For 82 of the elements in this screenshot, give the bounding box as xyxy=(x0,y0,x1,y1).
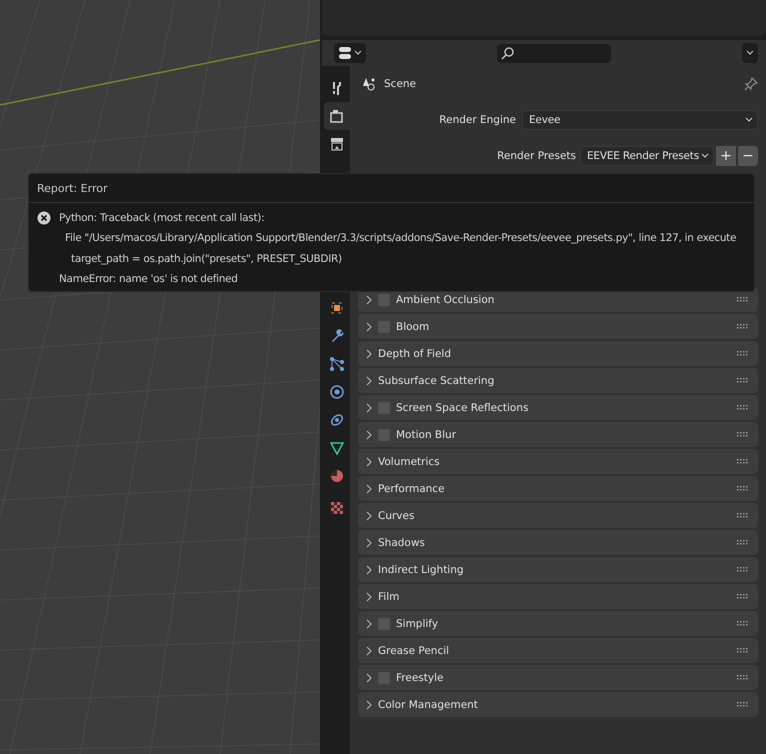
drag-handle-icon[interactable] xyxy=(737,675,748,680)
error-icon xyxy=(37,211,51,225)
drag-handle-icon[interactable] xyxy=(737,405,748,410)
chevron-right-icon xyxy=(366,592,372,602)
drag-handle-icon[interactable] xyxy=(737,459,748,464)
chevron-right-icon xyxy=(366,618,372,628)
panel-header[interactable]: Film xyxy=(358,584,758,609)
drag-handle-icon[interactable] xyxy=(737,702,748,707)
chevron-right-icon xyxy=(366,564,372,574)
chevron-right-icon xyxy=(366,348,372,358)
field-label: Render Engine xyxy=(439,114,516,126)
chevron-down-icon xyxy=(745,117,753,123)
panel-header[interactable]: Color Management xyxy=(358,692,758,717)
chevron-down-icon xyxy=(354,50,362,56)
render-engine-dropdown[interactable]: Eevee xyxy=(522,110,758,130)
chevron-right-icon xyxy=(366,322,372,332)
panel-header[interactable]: Performance xyxy=(358,476,758,501)
options-dropdown[interactable] xyxy=(742,43,758,63)
editor-type-button[interactable] xyxy=(334,43,366,63)
chevron-down-icon xyxy=(746,50,754,56)
physics-tab-icon xyxy=(329,384,345,400)
chevron-right-icon xyxy=(366,430,372,440)
output-tab-icon xyxy=(329,136,345,152)
panel-header[interactable]: Bloom xyxy=(358,314,758,339)
add-preset-button[interactable]: + xyxy=(716,146,736,166)
data-tab-icon xyxy=(329,440,345,456)
panel-header[interactable]: Simplify xyxy=(358,611,758,636)
pin-icon[interactable] xyxy=(744,77,758,91)
drag-handle-icon[interactable] xyxy=(737,297,748,302)
scene-icon xyxy=(362,77,376,91)
chevron-down-icon xyxy=(701,153,709,159)
chevron-right-icon xyxy=(366,456,372,466)
chevron-right-icon xyxy=(366,700,372,710)
chevron-right-icon xyxy=(366,294,372,304)
drag-handle-icon[interactable] xyxy=(737,378,748,383)
panel-header[interactable]: Subsurface Scattering xyxy=(358,368,758,393)
chevron-right-icon xyxy=(366,672,372,682)
drag-handle-icon[interactable] xyxy=(737,567,748,572)
chevron-right-icon xyxy=(366,510,372,520)
panel-header[interactable]: Curves xyxy=(358,503,758,528)
drag-handle-icon[interactable] xyxy=(737,540,748,545)
drag-handle-icon[interactable] xyxy=(737,324,748,329)
drag-handle-icon[interactable] xyxy=(737,351,748,356)
render-tab-icon xyxy=(329,108,345,124)
object-tab-icon xyxy=(329,300,345,316)
render-presets-dropdown[interactable]: EEVEE Render Presets xyxy=(580,146,714,166)
chevron-right-icon xyxy=(366,538,372,548)
report-line: NameError: name 'os' is not defined xyxy=(59,272,239,287)
report-line: Python: Traceback (most recent call last): xyxy=(59,211,266,226)
search-icon xyxy=(501,46,514,60)
chevron-right-icon xyxy=(366,376,372,386)
panel-header[interactable]: Motion Blur xyxy=(358,422,758,447)
toggle-icon xyxy=(338,46,352,60)
chevron-right-icon xyxy=(366,646,372,656)
chevron-right-icon xyxy=(366,402,372,412)
remove-preset-button[interactable]: − xyxy=(738,146,758,166)
panel-header[interactable]: Volumetrics xyxy=(358,449,758,474)
report-title: Report: Error xyxy=(29,174,754,203)
panel-header[interactable]: Screen Space Reflections xyxy=(358,395,758,420)
material-tab-icon xyxy=(329,468,345,484)
chevron-right-icon xyxy=(366,484,372,494)
drag-handle-icon[interactable] xyxy=(737,621,748,626)
drag-handle-icon[interactable] xyxy=(737,432,748,437)
context-label: Scene xyxy=(384,78,416,90)
report-line: File "/Users/macos/Library/Application Support/Blender/3.3/scripts/addons/Save-Render-Presets/eevee_presets.py", line 127, in execute xyxy=(64,231,736,246)
drag-handle-icon[interactable] xyxy=(737,513,748,518)
panel-header[interactable]: Grease Pencil xyxy=(358,638,758,663)
panel-header[interactable]: Freestyle xyxy=(358,665,758,690)
field-label: Render Presets xyxy=(497,150,576,162)
panel-header[interactable]: Depth of Field xyxy=(358,341,758,366)
drag-handle-icon[interactable] xyxy=(737,486,748,491)
drag-handle-icon[interactable] xyxy=(737,648,748,653)
texture-tab-icon xyxy=(329,500,345,516)
constraints-tab-icon xyxy=(329,412,345,428)
properties-tab[interactable] xyxy=(324,102,350,130)
report-line: target_path = os.path.join("presets", PRESET_SUBDIR) xyxy=(70,252,343,267)
search-field[interactable] xyxy=(497,44,611,62)
particles-tab-icon xyxy=(329,356,345,372)
panel-header[interactable]: Shadows xyxy=(358,530,758,555)
panel-checkbox[interactable] xyxy=(378,294,390,306)
panel-header[interactable]: Indirect Lighting xyxy=(358,557,758,582)
drag-handle-icon[interactable] xyxy=(737,594,748,599)
